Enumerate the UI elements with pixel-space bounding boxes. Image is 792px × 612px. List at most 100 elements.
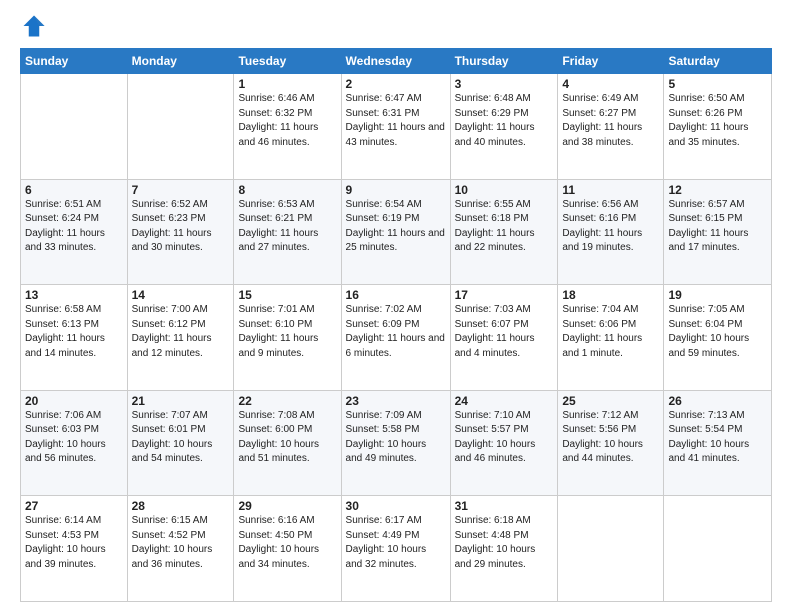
calendar-day-cell: 10Sunrise: 6:55 AMSunset: 6:18 PMDayligh… bbox=[450, 179, 558, 285]
day-info: Sunrise: 6:47 AMSunset: 6:31 PMDaylight:… bbox=[346, 92, 446, 150]
calendar-day-cell: 14Sunrise: 7:00 AMSunset: 6:12 PMDayligh… bbox=[127, 285, 234, 391]
day-number: 25 bbox=[562, 394, 659, 408]
calendar-day-cell bbox=[558, 496, 664, 602]
day-number: 23 bbox=[346, 394, 446, 408]
day-info: Sunrise: 6:48 AMSunset: 6:29 PMDaylight:… bbox=[455, 92, 554, 150]
weekday-header-row: SundayMondayTuesdayWednesdayThursdayFrid… bbox=[21, 49, 772, 74]
day-info: Sunrise: 7:03 AMSunset: 6:07 PMDaylight:… bbox=[455, 303, 554, 361]
day-info: Sunrise: 6:55 AMSunset: 6:18 PMDaylight:… bbox=[455, 198, 554, 256]
logo-icon bbox=[20, 12, 48, 40]
day-info: Sunrise: 6:17 AMSunset: 4:49 PMDaylight:… bbox=[346, 514, 446, 572]
calendar-week-row: 6Sunrise: 6:51 AMSunset: 6:24 PMDaylight… bbox=[21, 179, 772, 285]
day-number: 6 bbox=[25, 183, 123, 197]
calendar-day-cell: 1Sunrise: 6:46 AMSunset: 6:32 PMDaylight… bbox=[234, 74, 341, 180]
calendar-day-cell: 26Sunrise: 7:13 AMSunset: 5:54 PMDayligh… bbox=[664, 390, 772, 496]
day-info: Sunrise: 7:04 AMSunset: 6:06 PMDaylight:… bbox=[562, 303, 659, 361]
calendar-day-cell: 2Sunrise: 6:47 AMSunset: 6:31 PMDaylight… bbox=[341, 74, 450, 180]
calendar-day-cell: 6Sunrise: 6:51 AMSunset: 6:24 PMDaylight… bbox=[21, 179, 128, 285]
calendar-table: SundayMondayTuesdayWednesdayThursdayFrid… bbox=[20, 48, 772, 602]
calendar-week-row: 1Sunrise: 6:46 AMSunset: 6:32 PMDaylight… bbox=[21, 74, 772, 180]
day-number: 19 bbox=[668, 288, 767, 302]
weekday-header: Sunday bbox=[21, 49, 128, 74]
day-info: Sunrise: 7:10 AMSunset: 5:57 PMDaylight:… bbox=[455, 409, 554, 467]
day-number: 24 bbox=[455, 394, 554, 408]
day-number: 21 bbox=[132, 394, 230, 408]
day-info: Sunrise: 6:16 AMSunset: 4:50 PMDaylight:… bbox=[238, 514, 336, 572]
calendar-day-cell: 16Sunrise: 7:02 AMSunset: 6:09 PMDayligh… bbox=[341, 285, 450, 391]
day-number: 29 bbox=[238, 499, 336, 513]
day-number: 7 bbox=[132, 183, 230, 197]
day-info: Sunrise: 6:56 AMSunset: 6:16 PMDaylight:… bbox=[562, 198, 659, 256]
calendar-day-cell: 12Sunrise: 6:57 AMSunset: 6:15 PMDayligh… bbox=[664, 179, 772, 285]
calendar-day-cell: 30Sunrise: 6:17 AMSunset: 4:49 PMDayligh… bbox=[341, 496, 450, 602]
calendar-day-cell: 4Sunrise: 6:49 AMSunset: 6:27 PMDaylight… bbox=[558, 74, 664, 180]
calendar-day-cell: 20Sunrise: 7:06 AMSunset: 6:03 PMDayligh… bbox=[21, 390, 128, 496]
weekday-header: Monday bbox=[127, 49, 234, 74]
day-info: Sunrise: 7:12 AMSunset: 5:56 PMDaylight:… bbox=[562, 409, 659, 467]
day-number: 30 bbox=[346, 499, 446, 513]
calendar-day-cell: 19Sunrise: 7:05 AMSunset: 6:04 PMDayligh… bbox=[664, 285, 772, 391]
day-info: Sunrise: 7:06 AMSunset: 6:03 PMDaylight:… bbox=[25, 409, 123, 467]
calendar-week-row: 20Sunrise: 7:06 AMSunset: 6:03 PMDayligh… bbox=[21, 390, 772, 496]
day-info: Sunrise: 6:54 AMSunset: 6:19 PMDaylight:… bbox=[346, 198, 446, 256]
day-number: 26 bbox=[668, 394, 767, 408]
day-info: Sunrise: 7:07 AMSunset: 6:01 PMDaylight:… bbox=[132, 409, 230, 467]
day-info: Sunrise: 7:02 AMSunset: 6:09 PMDaylight:… bbox=[346, 303, 446, 361]
calendar-day-cell: 25Sunrise: 7:12 AMSunset: 5:56 PMDayligh… bbox=[558, 390, 664, 496]
day-info: Sunrise: 7:08 AMSunset: 6:00 PMDaylight:… bbox=[238, 409, 336, 467]
day-number: 3 bbox=[455, 77, 554, 91]
day-number: 22 bbox=[238, 394, 336, 408]
day-info: Sunrise: 7:13 AMSunset: 5:54 PMDaylight:… bbox=[668, 409, 767, 467]
day-number: 20 bbox=[25, 394, 123, 408]
day-number: 18 bbox=[562, 288, 659, 302]
calendar-day-cell: 18Sunrise: 7:04 AMSunset: 6:06 PMDayligh… bbox=[558, 285, 664, 391]
day-info: Sunrise: 7:09 AMSunset: 5:58 PMDaylight:… bbox=[346, 409, 446, 467]
logo bbox=[20, 16, 50, 40]
day-number: 14 bbox=[132, 288, 230, 302]
page-header bbox=[20, 16, 772, 40]
day-number: 17 bbox=[455, 288, 554, 302]
weekday-header: Thursday bbox=[450, 49, 558, 74]
calendar-day-cell: 11Sunrise: 6:56 AMSunset: 6:16 PMDayligh… bbox=[558, 179, 664, 285]
day-info: Sunrise: 6:58 AMSunset: 6:13 PMDaylight:… bbox=[25, 303, 123, 361]
calendar-page: SundayMondayTuesdayWednesdayThursdayFrid… bbox=[0, 0, 792, 612]
calendar-day-cell: 22Sunrise: 7:08 AMSunset: 6:00 PMDayligh… bbox=[234, 390, 341, 496]
weekday-header: Friday bbox=[558, 49, 664, 74]
day-number: 13 bbox=[25, 288, 123, 302]
day-number: 31 bbox=[455, 499, 554, 513]
calendar-day-cell: 13Sunrise: 6:58 AMSunset: 6:13 PMDayligh… bbox=[21, 285, 128, 391]
day-number: 8 bbox=[238, 183, 336, 197]
day-number: 1 bbox=[238, 77, 336, 91]
calendar-day-cell bbox=[127, 74, 234, 180]
day-info: Sunrise: 6:18 AMSunset: 4:48 PMDaylight:… bbox=[455, 514, 554, 572]
day-number: 10 bbox=[455, 183, 554, 197]
day-info: Sunrise: 7:01 AMSunset: 6:10 PMDaylight:… bbox=[238, 303, 336, 361]
day-number: 12 bbox=[668, 183, 767, 197]
day-number: 2 bbox=[346, 77, 446, 91]
calendar-day-cell: 28Sunrise: 6:15 AMSunset: 4:52 PMDayligh… bbox=[127, 496, 234, 602]
calendar-week-row: 13Sunrise: 6:58 AMSunset: 6:13 PMDayligh… bbox=[21, 285, 772, 391]
day-number: 15 bbox=[238, 288, 336, 302]
calendar-day-cell: 17Sunrise: 7:03 AMSunset: 6:07 PMDayligh… bbox=[450, 285, 558, 391]
day-info: Sunrise: 6:46 AMSunset: 6:32 PMDaylight:… bbox=[238, 92, 336, 150]
day-number: 16 bbox=[346, 288, 446, 302]
day-number: 11 bbox=[562, 183, 659, 197]
day-info: Sunrise: 6:14 AMSunset: 4:53 PMDaylight:… bbox=[25, 514, 123, 572]
calendar-day-cell: 9Sunrise: 6:54 AMSunset: 6:19 PMDaylight… bbox=[341, 179, 450, 285]
day-info: Sunrise: 7:00 AMSunset: 6:12 PMDaylight:… bbox=[132, 303, 230, 361]
calendar-day-cell: 8Sunrise: 6:53 AMSunset: 6:21 PMDaylight… bbox=[234, 179, 341, 285]
day-info: Sunrise: 6:15 AMSunset: 4:52 PMDaylight:… bbox=[132, 514, 230, 572]
calendar-day-cell: 29Sunrise: 6:16 AMSunset: 4:50 PMDayligh… bbox=[234, 496, 341, 602]
day-number: 5 bbox=[668, 77, 767, 91]
calendar-day-cell: 7Sunrise: 6:52 AMSunset: 6:23 PMDaylight… bbox=[127, 179, 234, 285]
weekday-header: Saturday bbox=[664, 49, 772, 74]
day-number: 27 bbox=[25, 499, 123, 513]
calendar-day-cell: 5Sunrise: 6:50 AMSunset: 6:26 PMDaylight… bbox=[664, 74, 772, 180]
calendar-day-cell: 21Sunrise: 7:07 AMSunset: 6:01 PMDayligh… bbox=[127, 390, 234, 496]
weekday-header: Tuesday bbox=[234, 49, 341, 74]
day-info: Sunrise: 6:57 AMSunset: 6:15 PMDaylight:… bbox=[668, 198, 767, 256]
calendar-day-cell: 3Sunrise: 6:48 AMSunset: 6:29 PMDaylight… bbox=[450, 74, 558, 180]
day-number: 9 bbox=[346, 183, 446, 197]
day-info: Sunrise: 6:49 AMSunset: 6:27 PMDaylight:… bbox=[562, 92, 659, 150]
calendar-day-cell bbox=[664, 496, 772, 602]
